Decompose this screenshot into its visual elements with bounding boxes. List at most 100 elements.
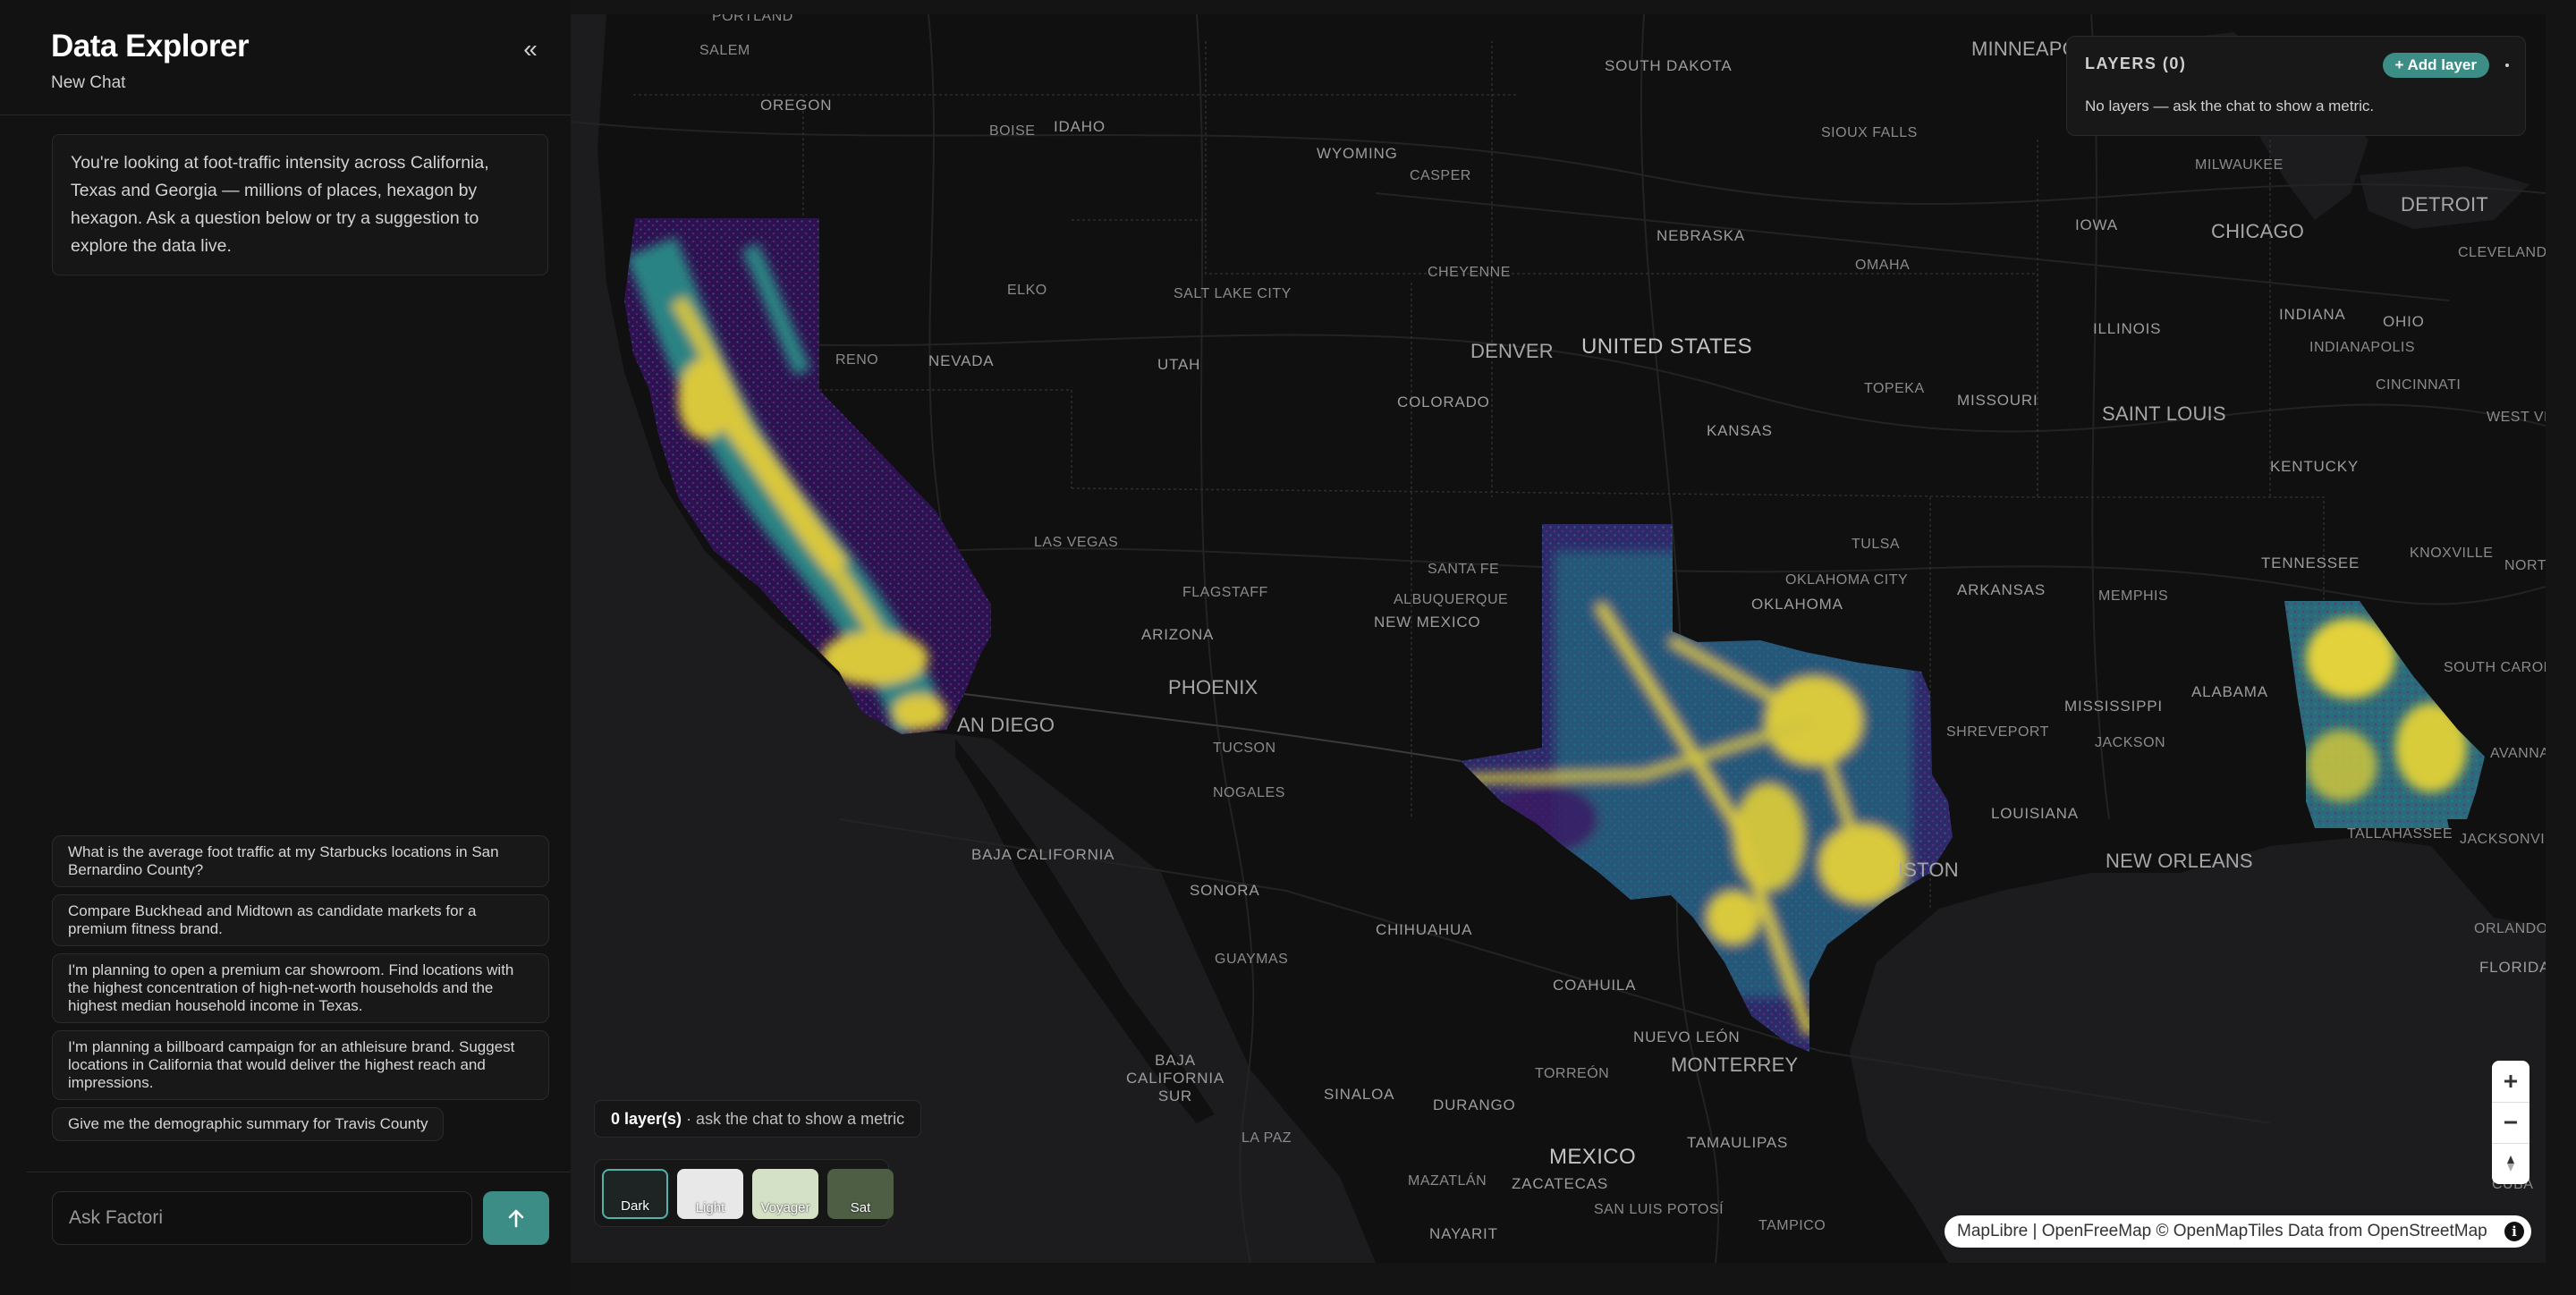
map-label: CLEVELAND — [2458, 245, 2546, 260]
zoom-controls — [2492, 1061, 2529, 1184]
collapse-sidebar-button[interactable]: « — [515, 34, 546, 64]
map-label: OKLAHOMA CITY — [1785, 572, 1909, 588]
map-label: CINCINNATI — [2376, 377, 2462, 393]
map-label: CASPER — [1410, 168, 1471, 183]
map-label: JACKSON — [2095, 735, 2166, 750]
map-label: PHOENIX — [1168, 676, 1258, 698]
map-label: IOWA — [2075, 216, 2118, 233]
map-label: DURANGO — [1433, 1096, 1516, 1113]
map-label: SOUTH CAROLI — [2444, 660, 2546, 675]
map-label: MEMPHIS — [2098, 588, 2169, 604]
app-title: Data Explorer — [51, 29, 250, 63]
panel-menu-dot[interactable] — [2505, 63, 2509, 67]
basemap-label: Dark — [621, 1198, 649, 1214]
map-label: NEW MEXICO — [1374, 614, 1481, 631]
suggestion-chip[interactable]: Compare Buckhead and Midtown as candidat… — [52, 894, 549, 946]
map-label: TAMPICO — [1758, 1218, 1826, 1233]
map-label: TENNESSEE — [2261, 554, 2360, 571]
suggestion-list: What is the average foot traffic at my S… — [52, 835, 549, 1148]
map-label: TORREÓN — [1535, 1066, 1610, 1081]
map-label: KANSAS — [1707, 422, 1773, 439]
suggestion-chip[interactable]: What is the average foot traffic at my S… — [52, 835, 549, 887]
chat-subtitle: New Chat — [51, 73, 126, 92]
arrow-up-icon — [508, 1209, 524, 1228]
map-label: KENTUCKY — [2270, 458, 2359, 475]
map-label: CHIHUAHUA — [1376, 921, 1473, 938]
map-label: LOUISIANA — [1991, 805, 2079, 822]
map-canvas[interactable]: PORTLAND SALEM OREGON BOISE IDAHO WYOMIN… — [571, 14, 2546, 1263]
map-label: MEXICO — [1549, 1145, 1637, 1169]
chat-sidebar: Data Explorer New Chat « You're looking … — [0, 0, 571, 1295]
map-label: SINALOA — [1324, 1086, 1395, 1103]
map-label: BAJA CALIFORNIA SUR — [1125, 1052, 1225, 1105]
map-label: ZACATECAS — [1512, 1175, 1608, 1192]
map-label: UNITED STATES — [1581, 334, 1752, 359]
map-label: SALEM — [699, 43, 750, 58]
layer-status: 0 layer(s) · ask the chat to show a metr… — [594, 1100, 922, 1138]
layer-count: 0 layer(s) — [611, 1110, 682, 1128]
chat-input[interactable] — [52, 1191, 472, 1245]
add-layer-button[interactable]: + Add layer — [2382, 53, 2489, 78]
map-label: OHIO — [2383, 313, 2425, 330]
map-label: MISSOURI — [1957, 392, 2038, 409]
map-label: RENO — [835, 352, 879, 368]
map-label: SALT LAKE CITY — [1174, 286, 1292, 301]
map-label: WYOMING — [1317, 145, 1398, 162]
map-label: COAHUILA — [1553, 977, 1637, 994]
info-icon[interactable]: i — [2504, 1222, 2524, 1241]
map-label: OMAHA — [1855, 258, 1911, 273]
map-label: IDAHO — [1054, 118, 1106, 135]
suggestion-chip[interactable]: Give me the demographic summary for Trav… — [52, 1107, 445, 1141]
map-label: ORLANDO — [2474, 921, 2546, 936]
intro-message: You're looking at foot-traffic intensity… — [52, 134, 548, 275]
map-label: SIOUX FALLS — [1821, 125, 1918, 140]
map-label: SONORA — [1190, 882, 1260, 899]
map-label: JACKSONVILLE — [2460, 832, 2546, 847]
map-label: ALBUQUERQUE — [1394, 592, 1509, 607]
send-button[interactable] — [483, 1191, 549, 1245]
layers-empty-message: No layers — ask the chat to show a metri… — [2085, 97, 2375, 114]
map-label: MONTERREY — [1671, 1054, 1799, 1076]
map-label: DENVER — [1470, 340, 1554, 362]
basemap-label: Light — [695, 1200, 725, 1215]
map-label: PORTLAND — [712, 14, 793, 24]
suggestion-chip[interactable]: I'm planning a billboard campaign for an… — [52, 1030, 549, 1100]
plus-icon — [2504, 1075, 2517, 1088]
map-label: NEVADA — [928, 352, 995, 369]
map-label: SOUTH DAKOTA — [1605, 57, 1733, 74]
map-label: ELKO — [1007, 283, 1047, 298]
zoom-in-button[interactable] — [2492, 1061, 2529, 1102]
reset-north-button[interactable] — [2492, 1143, 2529, 1184]
map-label: NEBRASKA — [1657, 227, 1745, 244]
map-label: SAN LUIS POTOSÍ — [1594, 1202, 1724, 1217]
map-label: MILWAUKEE — [2195, 157, 2284, 173]
suggestion-chip[interactable]: I'm planning to open a premium car showr… — [52, 953, 549, 1023]
map-label: AVANNA — [2490, 746, 2546, 761]
map-label: SHREVEPORT — [1946, 724, 2049, 740]
map-label: ALABAMA — [2191, 683, 2268, 700]
map-label: BAJA CALIFORNIA — [971, 846, 1115, 863]
map-label: COLORADO — [1397, 394, 1490, 411]
header-divider — [0, 114, 571, 115]
zoom-out-button[interactable] — [2492, 1102, 2529, 1143]
map-label: AN DIEGO — [957, 714, 1055, 736]
map-label: NEW ORLEANS — [2106, 850, 2253, 872]
map-label: BOISE — [989, 123, 1036, 139]
map-label: SAINT LOUIS — [2102, 402, 2226, 425]
map-label: NOGALES — [1213, 785, 1285, 800]
basemap-voyager-button[interactable]: Voyager — [752, 1169, 818, 1219]
map-label: MAZATLÁN — [1408, 1173, 1487, 1189]
map-label: KNOXVILLE — [2410, 546, 2494, 561]
map-label: ISTON — [1898, 859, 1959, 881]
map-label: TAMAULIPAS — [1687, 1134, 1789, 1151]
map-label: CHICAGO — [2211, 220, 2305, 242]
map-label: SANTA FE — [1428, 562, 1500, 577]
map-label: ARKANSAS — [1957, 581, 2046, 598]
basemap-light-button[interactable]: Light — [677, 1169, 743, 1219]
map-label: TUCSON — [1213, 741, 1276, 756]
attribution-text: MapLibre | OpenFreeMap © OpenMapTiles Da… — [1957, 1222, 2487, 1240]
basemap-sat-button[interactable]: Sat — [827, 1169, 894, 1219]
map-attribution: MapLibre | OpenFreeMap © OpenMapTiles Da… — [1945, 1215, 2531, 1248]
basemap-switcher: Dark Light Voyager Sat — [594, 1159, 894, 1227]
basemap-dark-button[interactable]: Dark — [602, 1169, 668, 1219]
